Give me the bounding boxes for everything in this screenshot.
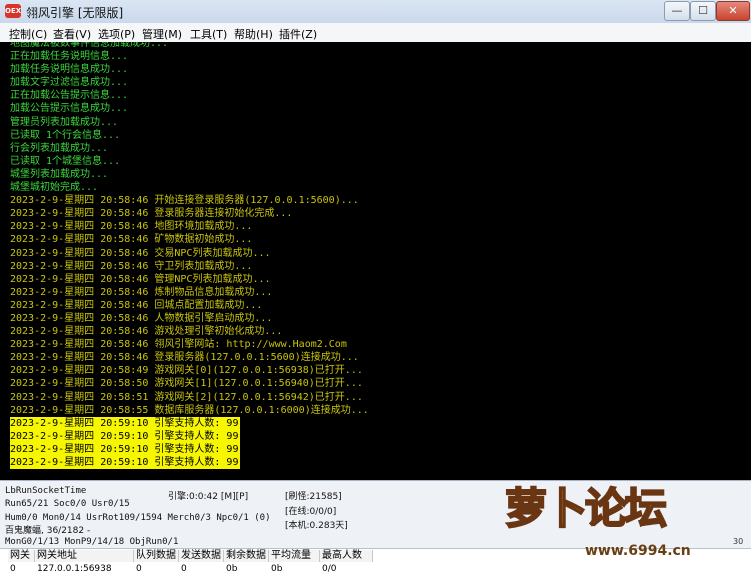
close-button[interactable]: ✕ xyxy=(716,1,750,21)
log-line: 2023-2-9-星期四 20:58:46 翎风引擎网站: http://www… xyxy=(10,339,347,351)
col-max-users[interactable]: 最高人数 xyxy=(320,550,373,562)
col-send-data[interactable]: 发送数据 xyxy=(179,550,224,562)
menu-tools[interactable]: 工具(T) xyxy=(190,26,227,42)
col-remain-data[interactable]: 剩余数据 xyxy=(224,550,269,562)
log-line: 2023-2-9-星期四 20:58:46 登录服务器(127.0.0.1:56… xyxy=(10,352,359,364)
menu-view[interactable]: 查看(V) xyxy=(53,26,91,42)
log-line: 2023-2-9-星期四 20:58:49 游戏网关[0](127.0.0.1:… xyxy=(10,365,363,377)
log-line: 2023-2-9-星期四 20:58:46 交易NPC列表加载成功... xyxy=(10,247,271,259)
watermark-logo: 萝卜论坛 www.6994.cn 30 xyxy=(504,478,751,573)
menu-plugins[interactable]: 插件(Z) xyxy=(279,26,317,42)
log-line: 2023-2-9-星期四 20:58:46 登录服务器连接初始化完成... xyxy=(10,208,293,220)
log-line: 2023-2-9-星期四 20:59:10 引擎支持人数: 99 xyxy=(10,442,369,456)
log-line-text: 2023-2-9-星期四 20:59:10 引擎支持人数: 99 xyxy=(10,429,241,443)
watermark-title: 萝卜论坛 xyxy=(504,483,668,534)
log-line: 2023-2-9-星期四 20:58:46 人物数据引擎启动成功... xyxy=(10,312,273,324)
log-line: 行会列表加载成功... xyxy=(10,142,109,154)
engine-uptime: 引擎:0:0:42 [M][P] xyxy=(168,492,249,502)
log-lines: 地图魔法被数事件信息加载成功... 正在加载任务说明信息... 加载任务说明信息成功… xyxy=(10,42,369,470)
col-gateway-address[interactable]: 网关地址 xyxy=(35,550,134,562)
run-socket-label: LbRunSocketTime xyxy=(5,486,87,496)
log-line: 城堡列表加载成功... xyxy=(10,168,109,180)
log-line: 地图魔法被数事件信息加载成功... xyxy=(10,42,169,49)
log-line: 2023-2-9-星期四 20:59:10 引擎支持人数: 99 xyxy=(10,429,369,443)
log-line: 2023-2-9-星期四 20:58:50 游戏网关[1](127.0.0.1:… xyxy=(10,378,363,390)
col-queue-data[interactable]: 队列数据 xyxy=(134,550,179,562)
log-console[interactable]: 地图魔法被数事件信息加载成功... 正在加载任务说明信息... 加载任务说明信息成功… xyxy=(0,42,751,480)
menu-manage[interactable]: 管理(M) xyxy=(142,26,182,42)
log-line: 正在加载任务说明信息... xyxy=(10,51,129,63)
watermark-version: 30 xyxy=(733,537,744,546)
menu-control[interactable]: 控制(C) xyxy=(9,26,47,42)
log-line: 2023-2-9-星期四 20:58:46 开始连接登录服务器(127.0.0.… xyxy=(10,195,359,207)
run-stats: Run65/21 Soc0/0 Usr0/15 xyxy=(5,499,130,509)
log-line: 管理员列表加载成功... xyxy=(10,116,119,128)
menu-help[interactable]: 帮助(H) xyxy=(234,26,273,42)
mon-stats: MonG0/1/13 MonP9/14/18 ObjRun0/1 xyxy=(5,537,179,547)
col-gateway[interactable]: 网关 xyxy=(8,550,35,562)
col-avg-traffic[interactable]: 平均流量 xyxy=(269,550,320,562)
log-line: 2023-2-9-星期四 20:59:10 引擎支持人数: 99 xyxy=(10,416,369,430)
log-line: 2023-2-9-星期四 20:58:46 回城点配置加载成功... xyxy=(10,299,263,311)
log-line: 2023-2-9-星期四 20:58:46 矿物数据初始成功... xyxy=(10,234,253,246)
watermark-site: www.6994.cn xyxy=(585,543,691,559)
log-line: 加载任务说明信息成功... xyxy=(10,64,129,76)
log-line: 2023-2-9-星期四 20:58:46 炼制物品信息加载成功... xyxy=(10,286,273,298)
log-line-text: 2023-2-9-星期四 20:59:10 引擎支持人数: 99 xyxy=(10,442,241,456)
log-line: 城堡城初始完成... xyxy=(10,182,99,194)
log-line-text: 2023-2-9-星期四 20:59:10 引擎支持人数: 99 xyxy=(10,456,241,470)
local-uptime: [本机:0.283天] xyxy=(285,521,348,531)
bat-stats: 百鬼魔蝠, 36/2182 - xyxy=(5,526,91,536)
log-line: 2023-2-9-星期四 20:58:51 游戏网关[2](127.0.0.1:… xyxy=(10,391,363,403)
log-line: 2023-2-9-星期四 20:59:10 引擎支持人数: 99 xyxy=(10,456,369,470)
online-count: [在线:0/0/0] xyxy=(285,507,337,517)
refresh-count: [刷怪:21585] xyxy=(285,492,342,502)
log-line: 2023-2-9-星期四 20:58:46 游戏处理引擎初始化成功... xyxy=(10,326,283,338)
hum-stats: Hum0/0 Mon0/14 UsrRot109/1594 Merch0/3 N… xyxy=(5,513,271,523)
log-line: 已读取 1个城堡信息... xyxy=(10,155,121,167)
window-title: 翎风引擎 [无限版] xyxy=(26,6,124,20)
minimize-button[interactable]: — xyxy=(664,1,690,21)
title-bar: OEX 翎风引擎 [无限版] — ☐ ✕ xyxy=(0,0,751,24)
log-line: 加载公告提示信息成功... xyxy=(10,103,129,115)
log-line: 2023-2-9-星期四 20:58:55 数据库服务器(127.0.0.1:6… xyxy=(10,404,369,416)
log-line: 2023-2-9-星期四 20:58:46 地图环境加载成功... xyxy=(10,221,253,233)
log-line: 已读取 1个行会信息... xyxy=(10,129,121,141)
maximize-button[interactable]: ☐ xyxy=(690,1,716,21)
menu-bar: 控制(C) 查看(V) 选项(P) 管理(M) 工具(T) 帮助(H) 插件(Z… xyxy=(0,23,751,43)
menu-options[interactable]: 选项(P) xyxy=(98,26,135,42)
log-line: 加载文字过滤信息成功... xyxy=(10,77,129,89)
app-icon: OEX xyxy=(5,4,21,18)
log-line: 正在加载公告提示信息... xyxy=(10,90,129,102)
log-line-text: 2023-2-9-星期四 20:59:10 引擎支持人数: 99 xyxy=(10,416,241,430)
log-line: 2023-2-9-星期四 20:58:46 守卫列表加载成功... xyxy=(10,260,253,272)
log-line: 2023-2-9-星期四 20:58:46 管理NPC列表加载成功... xyxy=(10,273,271,285)
